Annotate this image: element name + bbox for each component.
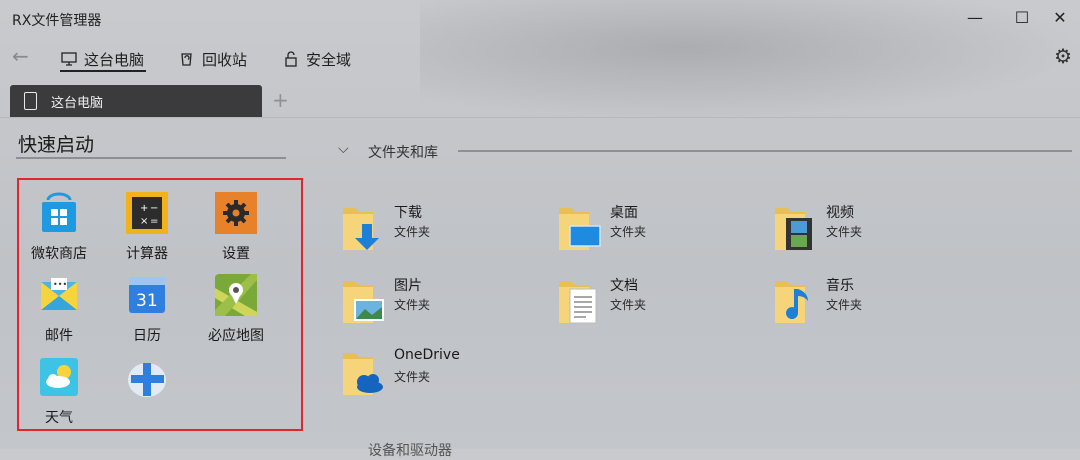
nav-item-secure-area[interactable]: 安全域 xyxy=(282,46,351,72)
onedrive-folder-icon xyxy=(343,353,383,395)
folder-desktop[interactable]: 桌面 文件夹 xyxy=(556,202,766,256)
lock-icon xyxy=(285,51,297,67)
folder-type: 文件夹 xyxy=(394,298,431,312)
videos-folder-icon xyxy=(775,208,812,250)
folder-name: 文档 xyxy=(610,278,638,294)
folder-onedrive[interactable]: OneDrive 文件夹 xyxy=(340,347,550,401)
active-nav-indicator xyxy=(60,70,146,72)
nav-item-label: 这台电脑 xyxy=(84,50,145,69)
folder-type: 文件夹 xyxy=(610,225,647,239)
back-arrow-icon[interactable]: ← xyxy=(12,44,29,68)
quick-app-mail[interactable]: ••• 邮件 xyxy=(17,274,101,345)
folder-pictures[interactable]: 图片 文件夹 xyxy=(340,275,550,329)
chevron-down-icon[interactable]: ⌵ xyxy=(338,141,349,157)
quick-app-maps[interactable]: 必应地图 xyxy=(194,274,278,345)
pictures-folder-icon xyxy=(343,281,384,323)
tab-label: 这台电脑 xyxy=(51,95,104,111)
folder-name: 图片 xyxy=(394,278,422,294)
recycle-bin-icon xyxy=(181,53,192,66)
folder-documents[interactable]: 文档 文件夹 xyxy=(556,275,766,329)
nav-item-this-pc[interactable]: 这台电脑 xyxy=(60,46,144,72)
folder-name: OneDrive xyxy=(394,347,460,363)
app-label: 邮件 xyxy=(45,328,73,344)
folder-name: 桌面 xyxy=(610,205,638,221)
device-icon xyxy=(24,92,37,110)
music-folder-icon xyxy=(775,281,808,323)
app-label: 微软商店 xyxy=(31,246,87,262)
downloads-folder-icon xyxy=(343,208,379,250)
folder-type: 文件夹 xyxy=(826,298,863,312)
computer-icon xyxy=(61,52,77,66)
folders-section-title: 文件夹和库 xyxy=(368,145,438,161)
app-label: 天气 xyxy=(45,410,73,426)
svg-text:−: − xyxy=(150,203,158,214)
title-bar: RX文件管理器 — ☐ ✕ xyxy=(0,0,1080,36)
settings-gear-icon[interactable]: ⚙ xyxy=(1054,44,1072,68)
svg-text:•••: ••• xyxy=(53,280,67,289)
app-label: 计算器 xyxy=(126,246,168,262)
folder-videos[interactable]: 视频 文件夹 xyxy=(772,202,982,256)
app-label: 日历 xyxy=(133,328,161,344)
svg-text:×: × xyxy=(140,216,148,227)
folders-section-divider xyxy=(458,150,1072,152)
calculator-icon: + − × = xyxy=(126,192,168,234)
folder-music[interactable]: 音乐 文件夹 xyxy=(772,275,982,329)
app-title: RX文件管理器 xyxy=(12,13,102,29)
app-label: 设置 xyxy=(222,246,250,262)
store-icon xyxy=(42,192,76,232)
tab-this-pc[interactable]: 这台电脑 xyxy=(10,85,262,117)
nav-item-label: 安全域 xyxy=(306,50,352,69)
mail-icon: ••• xyxy=(41,278,77,310)
nav-item-recycle-bin[interactable]: 回收站 xyxy=(178,46,247,72)
desktop-folder-icon xyxy=(559,208,601,250)
folder-type: 文件夹 xyxy=(394,370,431,384)
folder-name: 下载 xyxy=(394,205,422,221)
folder-type: 文件夹 xyxy=(826,225,863,239)
quick-app-settings[interactable]: 设置 xyxy=(194,192,278,263)
documents-folder-icon xyxy=(559,281,597,324)
folder-name: 视频 xyxy=(826,205,854,221)
app-label: 必应地图 xyxy=(208,328,264,344)
folder-type: 文件夹 xyxy=(610,298,647,312)
maximize-button[interactable]: ☐ xyxy=(1002,6,1042,30)
folder-name: 音乐 xyxy=(826,278,854,294)
tab-divider xyxy=(0,117,1080,118)
quick-app-weather[interactable]: 天气 xyxy=(17,356,101,427)
folder-downloads[interactable]: 下载 文件夹 xyxy=(340,202,550,256)
close-button[interactable]: ✕ xyxy=(1040,6,1080,30)
svg-text:=: = xyxy=(150,216,158,227)
quick-launch-title: 快速启动 xyxy=(18,134,95,156)
settings-icon xyxy=(215,192,257,234)
quick-app-store[interactable]: 微软商店 xyxy=(17,192,101,263)
devices-section-title: 设备和驱动器 xyxy=(368,443,452,459)
calendar-day: 31 xyxy=(136,291,158,311)
quick-app-add[interactable] xyxy=(105,358,189,404)
nav-item-label: 回收站 xyxy=(202,50,248,69)
folder-type: 文件夹 xyxy=(394,225,431,239)
nav-bar: ← 这台电脑 回收站 安全域 ⚙ xyxy=(0,40,1080,74)
calendar-icon: 31 xyxy=(129,277,165,313)
add-icon xyxy=(128,363,166,397)
add-tab-button[interactable]: + xyxy=(272,88,289,112)
svg-text:+: + xyxy=(140,203,148,214)
minimize-button[interactable]: — xyxy=(955,6,995,30)
quick-app-calendar[interactable]: 31 日历 xyxy=(105,274,189,345)
weather-icon xyxy=(40,358,78,396)
quick-app-calculator[interactable]: + − × = 计算器 xyxy=(105,192,189,263)
quick-launch-divider xyxy=(16,157,286,159)
map-icon xyxy=(215,274,257,316)
